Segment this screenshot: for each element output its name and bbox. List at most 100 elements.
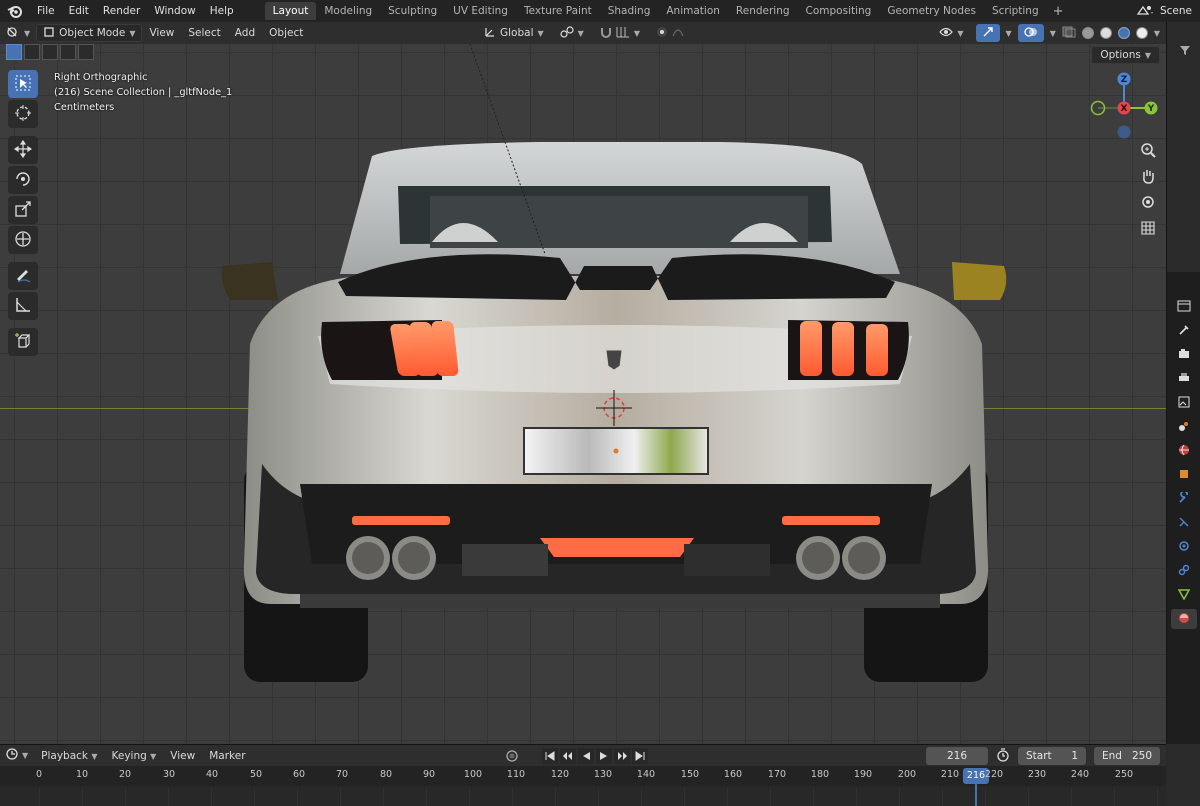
tab-animation[interactable]: Animation xyxy=(658,2,728,20)
tab-physics[interactable] xyxy=(1171,537,1197,557)
menu-window[interactable]: Window xyxy=(147,0,202,22)
tab-rendering[interactable]: Rendering xyxy=(728,2,798,20)
frame-ruler[interactable]: 0 10 20 30 40 50 60 70 80 90 100 110 120… xyxy=(0,766,1166,786)
menu-file[interactable]: File xyxy=(30,0,62,22)
filter-funnel-icon[interactable] xyxy=(1179,44,1191,59)
marker-menu[interactable]: Marker xyxy=(202,750,252,762)
tab-geometry-nodes[interactable]: Geometry Nodes xyxy=(879,2,984,20)
tab-data[interactable] xyxy=(1171,585,1197,605)
ruler-tick: 120 xyxy=(550,769,570,780)
add-menu[interactable]: Add xyxy=(228,27,262,39)
tab-modeling[interactable]: Modeling xyxy=(316,2,380,20)
solid-shading-icon[interactable] xyxy=(1099,27,1112,39)
tab-sculpting[interactable]: Sculpting xyxy=(380,2,445,20)
gizmo-y-label: Y xyxy=(1147,104,1155,114)
tool-measure[interactable] xyxy=(8,292,38,320)
select-menu[interactable]: Select xyxy=(181,27,227,39)
menu-help[interactable]: Help xyxy=(203,0,241,22)
scene-selector[interactable]: Scene xyxy=(1136,0,1200,22)
overlays-toggle[interactable] xyxy=(1017,24,1044,42)
rendered-shading-icon[interactable] xyxy=(1135,27,1148,39)
tab-object[interactable] xyxy=(1171,465,1197,485)
camera-view-button[interactable] xyxy=(1136,192,1160,214)
chevron-down-icon[interactable]: ▼ xyxy=(1006,29,1012,38)
ruler-tick: 150 xyxy=(680,769,700,780)
jump-to-keyframe-next-icon[interactable] xyxy=(614,748,630,764)
zoom-button[interactable] xyxy=(1136,140,1160,162)
particles-icon xyxy=(1178,516,1190,531)
tab-world[interactable] xyxy=(1171,441,1197,461)
blender-logo-icon[interactable] xyxy=(0,0,30,22)
gizmo-neg-z[interactable] xyxy=(1117,125,1131,139)
tab-particles[interactable] xyxy=(1171,513,1197,533)
material-preview-shading-icon[interactable] xyxy=(1117,27,1130,39)
visibility-dropdown[interactable]: ▼ xyxy=(933,24,969,42)
jump-to-start-icon[interactable] xyxy=(542,748,558,764)
tab-render[interactable] xyxy=(1171,345,1197,365)
navigation-gizmo[interactable]: Z Y X xyxy=(1086,70,1162,146)
tool-select-box[interactable] xyxy=(8,70,38,98)
orientation-axes-icon xyxy=(484,26,496,41)
end-frame-field[interactable]: End 250 xyxy=(1094,747,1160,765)
view-menu[interactable]: View xyxy=(142,27,181,39)
tool-add-cube[interactable] xyxy=(8,328,38,356)
menu-render[interactable]: Render xyxy=(96,0,147,22)
car-model[interactable] xyxy=(0,44,1166,744)
stopwatch-icon[interactable] xyxy=(996,747,1010,765)
tool-annotate[interactable] xyxy=(8,262,38,290)
tool-cursor[interactable] xyxy=(8,100,38,128)
auto-keying-record-icon[interactable] xyxy=(504,748,520,764)
tab-tool[interactable] xyxy=(1171,321,1197,341)
pan-button[interactable] xyxy=(1136,166,1160,188)
jump-to-end-icon[interactable] xyxy=(632,748,648,764)
editor-type-button[interactable]: ▼ xyxy=(0,24,36,42)
snap-toggle[interactable]: ▼ xyxy=(594,24,646,42)
orientation-dropdown[interactable]: Global ▼ xyxy=(478,24,550,42)
tab-constraints[interactable] xyxy=(1171,561,1197,581)
keying-menu[interactable]: Keying ▼ xyxy=(105,750,164,762)
tool-transform[interactable] xyxy=(8,226,38,254)
tab-output[interactable] xyxy=(1171,369,1197,389)
start-frame-field[interactable]: Start 1 xyxy=(1018,747,1086,765)
tab-modifiers[interactable] xyxy=(1171,489,1197,509)
add-workspace-button[interactable]: + xyxy=(1047,4,1070,19)
tab-properties-editor[interactable] xyxy=(1171,297,1197,317)
xray-toggle-icon[interactable] xyxy=(1062,26,1076,41)
tool-scale[interactable] xyxy=(8,196,38,224)
chevron-down-icon[interactable]: ▼ xyxy=(1050,29,1056,38)
playback-menu[interactable]: Playback ▼ xyxy=(34,750,104,762)
tool-rotate[interactable] xyxy=(8,166,38,194)
hand-icon xyxy=(1140,168,1156,187)
tab-compositing[interactable]: Compositing xyxy=(798,2,880,20)
tab-scripting[interactable]: Scripting xyxy=(984,2,1047,20)
wireframe-shading-icon[interactable] xyxy=(1081,27,1094,39)
timeline-view-menu[interactable]: View xyxy=(163,750,202,762)
playback-controls xyxy=(504,748,648,764)
playhead-line[interactable] xyxy=(975,784,977,806)
timeline-area[interactable]: 0 10 20 30 40 50 60 70 80 90 100 110 120… xyxy=(0,766,1166,806)
jump-to-keyframe-prev-icon[interactable] xyxy=(560,748,576,764)
chevron-down-icon[interactable]: ▼ xyxy=(1154,29,1160,38)
tab-scene[interactable] xyxy=(1171,417,1197,437)
pivot-dropdown[interactable]: ▼ xyxy=(554,24,590,42)
current-frame-field[interactable]: 216 xyxy=(926,747,988,765)
tab-texture-paint[interactable]: Texture Paint xyxy=(516,2,600,20)
object-menu[interactable]: Object xyxy=(262,27,310,39)
keyframe-track[interactable] xyxy=(0,788,1166,806)
tab-uv-editing[interactable]: UV Editing xyxy=(445,2,516,20)
timeline-editor-type-button[interactable]: ▼ xyxy=(0,747,34,765)
tool-move[interactable] xyxy=(8,136,38,164)
proportional-edit-toggle[interactable] xyxy=(650,24,690,42)
mode-dropdown[interactable]: Object Mode ▼ xyxy=(36,24,143,42)
3d-viewport[interactable]: Options ▼ Right Orthographic (216) Scene… xyxy=(0,44,1166,744)
play-icon[interactable] xyxy=(596,748,612,764)
tab-shading[interactable]: Shading xyxy=(600,2,659,20)
menu-edit[interactable]: Edit xyxy=(62,0,96,22)
gizmo-toggle[interactable] xyxy=(975,24,1000,42)
falloff-curve-icon xyxy=(672,26,684,41)
play-reverse-icon[interactable] xyxy=(578,748,594,764)
tab-material[interactable] xyxy=(1171,609,1197,629)
tab-view-layer[interactable] xyxy=(1171,393,1197,413)
perspective-toggle-button[interactable] xyxy=(1136,218,1160,240)
tab-layout[interactable]: Layout xyxy=(264,2,317,20)
